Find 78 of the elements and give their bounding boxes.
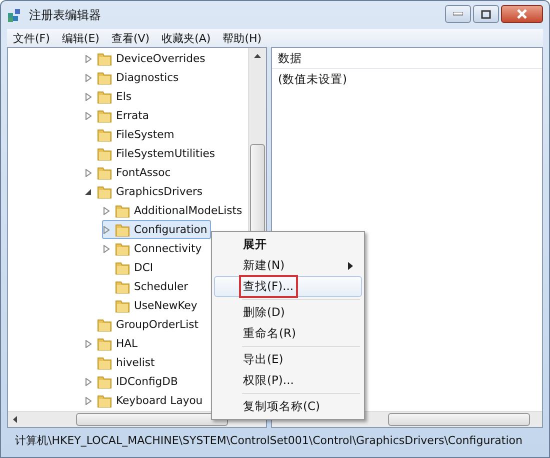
folder-icon (97, 108, 112, 122)
folder-icon (97, 374, 112, 388)
tree-item[interactable]: DeviceOverrides (84, 49, 210, 68)
column-header[interactable]: 数据 (272, 48, 542, 69)
folder-icon (97, 356, 112, 370)
scrollbar-thumb[interactable] (388, 413, 530, 426)
expand-triangle-icon[interactable] (103, 226, 110, 234)
tree-item[interactable]: FileSystemUtilities (84, 144, 219, 163)
tree-item[interactable]: Configuration (102, 220, 212, 239)
tree-item[interactable]: Els (84, 87, 136, 106)
context-menu-item[interactable]: 查找(F)... (214, 276, 362, 297)
tree-item[interactable]: DCI (102, 258, 158, 277)
context-menu-item[interactable]: 导出(E) (214, 349, 362, 370)
tree-item[interactable]: Connectivity (102, 239, 206, 258)
maximize-button[interactable] (473, 5, 499, 23)
window-title: 注册表编辑器 (29, 6, 101, 24)
collapse-triangle-icon[interactable] (85, 188, 92, 196)
expand-triangle-icon[interactable] (103, 244, 110, 252)
folder-icon (97, 70, 112, 84)
minimize-icon[interactable] (453, 12, 463, 16)
context-menu-item[interactable]: 删除(D) (214, 302, 362, 323)
registry-cubes-icon (7, 7, 23, 23)
expand-triangle-icon[interactable] (103, 206, 110, 214)
expand-triangle-icon[interactable] (85, 112, 92, 120)
context-menu-item[interactable]: 新建(N) (214, 255, 362, 276)
expand-triangle-icon[interactable] (85, 378, 92, 386)
expand-triangle-icon[interactable] (85, 340, 92, 348)
scrollbar-thumb[interactable] (76, 413, 228, 426)
value-cell-text: (数值未设置) (277, 71, 348, 88)
tree-item[interactable]: Keyboard Layou (84, 391, 207, 410)
folder-icon (97, 128, 112, 142)
tree-item[interactable]: FontAssoc (84, 163, 175, 182)
folder-icon (97, 336, 112, 350)
menu-bar-item[interactable]: 收藏夹(A) (156, 30, 217, 46)
menu-bar-item[interactable]: 查看(V) (105, 30, 156, 46)
status-bar-path: 计算机\HKEY_LOCAL_MACHINE\SYSTEM\ControlSet001\Control\GraphicsDrivers\Configuration (14, 433, 524, 449)
folder-icon (115, 260, 130, 274)
folder-icon (97, 52, 112, 66)
tree-item[interactable]: Scheduler (102, 277, 192, 296)
folder-icon (115, 298, 130, 312)
folder-icon (97, 184, 112, 198)
folder-icon (97, 394, 112, 408)
tree-item[interactable]: hivelist (84, 353, 159, 372)
scrollbar-thumb[interactable] (250, 144, 265, 234)
close-button[interactable] (501, 5, 543, 23)
expand-triangle-icon[interactable] (85, 74, 92, 82)
expand-triangle-icon[interactable] (85, 54, 92, 62)
menu-bar-item[interactable]: 文件(F) (7, 30, 56, 46)
context-menu-item[interactable]: 权限(P)... (214, 370, 362, 391)
folder-icon (97, 166, 112, 180)
folder-icon (97, 90, 112, 104)
tree-item[interactable]: Diagnostics (84, 68, 183, 87)
context-menu-item[interactable]: 展开 (214, 234, 362, 255)
tree-item[interactable]: GraphicsDrivers (84, 182, 207, 201)
expand-triangle-icon[interactable] (85, 168, 92, 176)
tree-item[interactable]: UseNewKey (102, 296, 202, 315)
menu-bar-item[interactable]: 帮助(H) (216, 30, 268, 46)
tree-item[interactable]: AdditionalModeLists (102, 201, 246, 220)
folder-icon (115, 204, 130, 218)
folder-icon (115, 242, 130, 256)
expand-triangle-icon[interactable] (85, 92, 92, 100)
expand-triangle-icon[interactable] (85, 396, 92, 404)
maximize-icon[interactable] (481, 10, 491, 18)
minimize-button[interactable] (445, 5, 471, 23)
close-icon[interactable] (516, 9, 528, 19)
context-menu-item[interactable]: 复制项名称(C) (214, 396, 362, 417)
menu-bar-item[interactable]: 编辑(E) (56, 30, 106, 46)
tree-item[interactable]: FileSystem (84, 125, 178, 144)
tree-item[interactable]: Errata (84, 106, 153, 125)
folder-icon (97, 146, 112, 160)
folder-icon (115, 280, 130, 294)
folder-icon (115, 222, 130, 236)
submenu-arrow-icon (348, 262, 353, 270)
context-menu-item[interactable]: 重命名(R) (214, 323, 362, 344)
tree-item[interactable]: IDConfigDB (84, 372, 182, 391)
tree-item[interactable]: GroupOrderList (84, 315, 202, 334)
folder-icon (97, 318, 112, 332)
tree-item[interactable]: HAL (84, 334, 142, 353)
